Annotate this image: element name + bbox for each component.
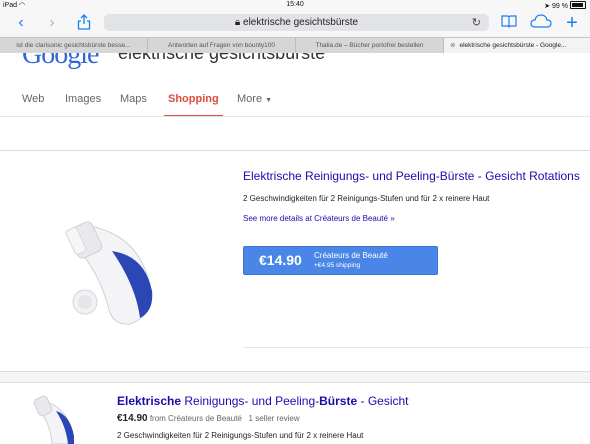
nav-web[interactable]: Web [22, 93, 44, 105]
product-2-thumbnail[interactable] [30, 391, 80, 444]
status-bar: iPad ◠ 15:40 ➤ 99 % [0, 0, 590, 11]
reload-icon[interactable]: ↻ [472, 16, 481, 29]
product-2-description: 2 Geschwindigkeiten für 2 Reinigungs-Stu… [117, 431, 364, 440]
product-1-divider [243, 347, 590, 348]
product-1-seller: Créateurs de Beauté [314, 251, 388, 260]
nav-more[interactable]: More ▼ [237, 93, 272, 105]
icloud-tabs-icon[interactable] [530, 14, 552, 32]
product-2-title-bold-2: Bürste [319, 394, 358, 408]
product-card-1: Elektrische Reinigungs- und Peeling-Bürs… [0, 150, 590, 372]
google-logo[interactable]: Google [22, 53, 99, 71]
tab-2[interactable]: Antworten auf Fragen von bounty100 [148, 38, 296, 53]
product-1-price: €14.90 [259, 252, 302, 268]
product-2-price-line: €14.90 from Créateurs de Beauté 1 seller… [117, 413, 300, 424]
address-bar[interactable]: 🔒︎ elektrische gesichtsbürste ↻ [104, 14, 489, 31]
product-2-title-mid: Reinigungs- und Peeling- [181, 394, 320, 408]
lock-icon: 🔒︎ [234, 17, 241, 28]
tab-3[interactable]: Thalia.de – Bücher portofrei bestellen [296, 38, 444, 53]
tab-1[interactable]: ist die clarisonic gesichtsbürste besse.… [0, 38, 148, 53]
product-1-see-more-link[interactable]: See more details at Créateurs de Beauté … [243, 214, 395, 223]
product-2-price-meta: from Créateurs de Beauté 1 seller review [147, 414, 300, 423]
battery-percent: 99 % [552, 3, 568, 10]
new-tab-icon[interactable]: + [563, 13, 581, 33]
forward-icon[interactable]: › [43, 14, 61, 32]
product-1-price-button[interactable]: €14.90 Créateurs de Beauté +€4.95 shippi… [243, 246, 438, 275]
back-icon[interactable]: ‹ [12, 14, 30, 32]
product-2-price: €14.90 [117, 413, 148, 424]
tab-bar: ist die clarisonic gesichtsbürste besse.… [0, 37, 590, 54]
location-icon: ➤ [544, 3, 551, 10]
dropdown-arrow-icon: ▼ [265, 97, 273, 104]
address-text: elektrische gesichtsbürste [243, 17, 359, 28]
clock: 15:40 [286, 1, 304, 8]
product-card-2: Elektrische Reinigungs- und Peeling-Bürs… [0, 382, 590, 444]
google-header: Google elektrische gesichtsbürste Web Im… [0, 53, 590, 116]
nav-shopping[interactable]: Shopping [164, 93, 223, 116]
battery-icon [570, 1, 586, 9]
product-1-shipping: +€4.95 shipping [314, 262, 361, 269]
product-1-description: 2 Geschwindigkeiten für 2 Reinigungs-Stu… [243, 194, 490, 203]
active-tab-label: elektrische gesichtsbürste - Google... [459, 42, 567, 49]
nav-images[interactable]: Images [65, 93, 101, 105]
product-2-title-bold-1: Elektrische [117, 394, 182, 408]
close-tab-icon[interactable]: ⊗ [450, 42, 455, 49]
results-spacer [0, 117, 590, 151]
google-logo-text: Google [22, 53, 99, 70]
product-2-title-end: - Gesicht [357, 394, 409, 408]
nav-more-label: More [237, 93, 263, 105]
product-2-title[interactable]: Elektrische Reinigungs- und Peeling-Bürs… [117, 394, 409, 408]
share-icon[interactable] [75, 14, 93, 32]
product-1-title[interactable]: Elektrische Reinigungs- und Peeling-Bürs… [243, 169, 580, 183]
product-image-brush[interactable] [50, 206, 170, 336]
nav-maps[interactable]: Maps [120, 93, 147, 105]
bookmarks-icon[interactable] [500, 14, 518, 32]
browser-toolbar: ‹ › 🔒︎ elektrische gesichtsbürste ↻ + [0, 11, 590, 35]
tab-4-active[interactable]: ⊗ elektrische gesichtsbürste - Google... [444, 38, 590, 53]
search-query[interactable]: elektrische gesichtsbürste [118, 53, 325, 64]
battery-indicator: ➤ 99 % [544, 1, 586, 10]
